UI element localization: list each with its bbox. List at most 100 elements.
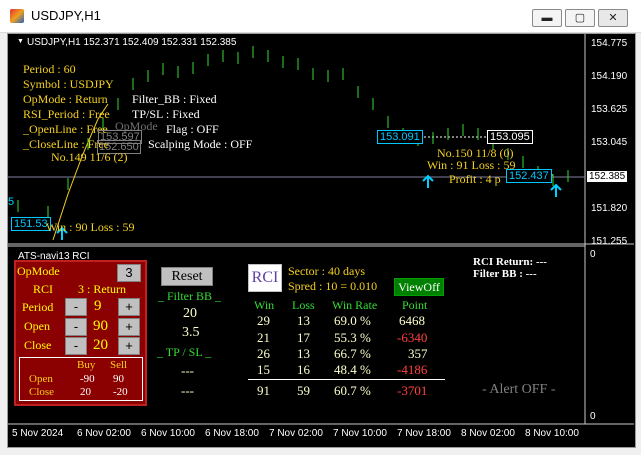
stats-loss: 13	[297, 313, 310, 328]
overlay-rsi-period: RSI_Period : Free	[23, 107, 110, 121]
stats-total-divider	[248, 379, 445, 380]
stats-win: 21	[257, 330, 270, 345]
open-value: 90	[93, 318, 108, 334]
stats-point: -4186	[397, 362, 428, 377]
stats-total-win: 91	[257, 383, 270, 398]
open-label: Open	[24, 319, 50, 333]
price-tick: 153.625	[591, 104, 628, 115]
stats-loss: 13	[297, 346, 310, 361]
period-label: Period	[22, 300, 54, 314]
close-plus-button[interactable]: +	[118, 337, 140, 355]
stats-rate: 48.4 %	[334, 362, 371, 377]
stats-point: 6468	[399, 313, 425, 328]
stats-loss: 17	[297, 330, 310, 345]
price-tick: 153.045	[591, 137, 628, 148]
open-buy-value: -90	[80, 373, 95, 385]
stats-point: 357	[408, 346, 428, 361]
current-price-label: 152.385	[587, 171, 628, 182]
rci-logo: RCI	[248, 264, 282, 292]
stats-header-win: Win	[254, 298, 275, 312]
price-box-152437: 152.437	[506, 169, 552, 183]
time-tick: 6 Nov 18:00	[205, 428, 259, 439]
open-sell-value: 90	[113, 373, 124, 385]
stats-win: 26	[257, 346, 270, 361]
sl-value: ---	[181, 383, 194, 398]
stats-header-loss: Loss	[292, 298, 315, 312]
filter-bb-header: _ Filter BB _	[158, 289, 222, 303]
price-box-153091: 153.091	[377, 130, 423, 144]
price-tick: 151.820	[591, 203, 628, 214]
stats-rate: 66.7 %	[334, 346, 371, 361]
time-tick: 8 Nov 02:00	[461, 428, 515, 439]
stats-header-winrate: Win Rate	[332, 298, 378, 312]
reset-button[interactable]: Reset	[161, 267, 213, 286]
time-tick: 6 Nov 02:00	[77, 428, 131, 439]
tp-value: ---	[181, 363, 194, 378]
sector-days: Sector : 40 days	[288, 264, 365, 278]
overlay-filter-bb: Filter_BB : Fixed	[132, 92, 217, 106]
rci-return-status: RCI Return: ---	[473, 256, 547, 268]
period-minus-button[interactable]: -	[65, 298, 87, 316]
overlay-opmode: OpMode : Return	[23, 92, 108, 106]
time-tick: 8 Nov 10:00	[525, 428, 579, 439]
filter-bb-deviation-value: 3.5	[182, 325, 200, 340]
stats-rate: 69.0 %	[334, 313, 371, 328]
price-box-153095: 153.095	[487, 130, 533, 144]
time-tick: 6 Nov 10:00	[141, 428, 195, 439]
overlay-period: Period : 60	[23, 62, 76, 76]
time-tick: 7 Nov 10:00	[333, 428, 387, 439]
overlay-scalping: Scalping Mode : OFF	[148, 137, 253, 151]
stats-win: 29	[257, 313, 270, 328]
stats-win: 15	[257, 362, 270, 377]
subwindow-axis-top: 0	[590, 249, 596, 260]
spread-info: Spred : 10 = 0.010	[288, 279, 378, 293]
stats-loss: 16	[297, 362, 310, 377]
buy-header: Buy	[77, 359, 96, 371]
stats-total-point: -3701	[397, 383, 428, 398]
open-plus-button[interactable]: +	[118, 318, 140, 336]
stats-rate: 55.3 %	[334, 330, 371, 345]
overlay-profit: Profit : 4 p	[449, 172, 501, 186]
stats-total-rate: 60.7 %	[334, 383, 371, 398]
alert-status[interactable]: - Alert OFF -	[482, 382, 556, 398]
overlay-winloss-left: Win : 90 Loss : 59	[46, 220, 135, 234]
stats-header-point: Point	[402, 298, 428, 312]
price-box-left: 151.53	[11, 217, 51, 231]
close-row-label: Close	[29, 386, 55, 398]
sell-header: Sell	[110, 359, 128, 371]
opmode-label: OpMode	[17, 264, 60, 278]
time-tick: 5 Nov 2024	[12, 428, 64, 439]
stats-point: -6340	[397, 330, 428, 345]
open-row-label: Open	[29, 373, 53, 385]
open-minus-button[interactable]: -	[65, 318, 87, 336]
close-button[interactable]: ✕	[598, 9, 628, 27]
maximize-button[interactable]: ▢	[565, 9, 595, 27]
period-value: 9	[94, 298, 102, 314]
tp-sl-header: _ TP / SL _	[157, 345, 212, 359]
overlay-openline: _OpenLine : Free	[23, 122, 108, 136]
close-minus-button[interactable]: -	[65, 337, 87, 355]
chart-menu-arrow-icon[interactable]: ▼	[17, 38, 24, 45]
minimize-button[interactable]: ▬	[532, 9, 562, 27]
price-tick: 154.775	[591, 38, 628, 49]
rci-label: RCI	[33, 282, 54, 296]
filter-bb-period-value: 20	[183, 306, 197, 321]
chart-header-ohlc: USDJPY,H1 152.371 152.409 152.331 152.38…	[27, 37, 237, 48]
price-tick: 151.255	[591, 236, 628, 247]
rci-mode-value: 3 : Return	[78, 282, 126, 296]
close-value: 20	[93, 337, 108, 353]
overlay-trade-no149: No.149 11/6 (2)	[51, 150, 128, 164]
window-title: USDJPY,H1	[31, 8, 101, 23]
overlay-flag: Flag : OFF	[166, 122, 219, 136]
opmode-value-button[interactable]: 3	[117, 264, 141, 282]
viewoff-button[interactable]: ViewOff	[394, 278, 444, 296]
close-label: Close	[24, 338, 52, 352]
time-tick: 7 Nov 18:00	[397, 428, 451, 439]
chart-window-icon	[10, 9, 24, 23]
period-plus-button[interactable]: +	[118, 298, 140, 316]
stats-total-loss: 59	[297, 383, 310, 398]
filter-bb-status: Filter BB : ---	[473, 268, 537, 280]
close-buy-value: 20	[80, 386, 91, 398]
time-tick: 7 Nov 02:00	[269, 428, 323, 439]
overlay-win91: Win : 91 Loss : 59	[427, 158, 516, 172]
